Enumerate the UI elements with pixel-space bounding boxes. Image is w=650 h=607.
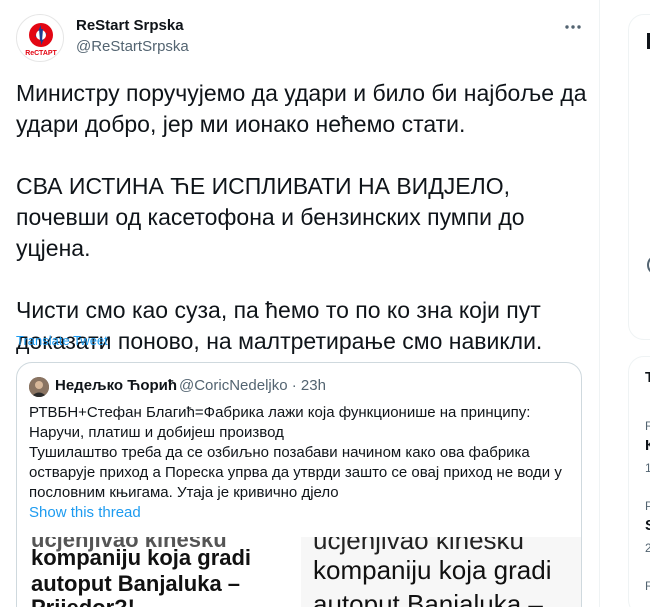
image-text-line: kompaniju koja gradi xyxy=(31,545,252,570)
trend-count-fragment: 1 xyxy=(645,461,650,475)
more-horizontal-icon[interactable] xyxy=(562,16,584,38)
trend-title-fragment[interactable]: S xyxy=(645,517,650,534)
image-text-line: autoput Banjaluka – xyxy=(313,589,543,607)
trend-title-fragment[interactable]: К xyxy=(645,437,650,454)
sidebar-panel-trends: T R К 1 P S 2 R xyxy=(628,356,650,607)
author-avatar[interactable]: ReСТАРТ xyxy=(16,14,64,62)
quoted-author-name[interactable]: Недељко Ћорић xyxy=(55,377,177,394)
translate-tweet-link[interactable]: Translate Tweet xyxy=(16,333,108,348)
show-thread-link[interactable]: Show this thread xyxy=(29,504,141,521)
quoted-line: Тушилаштво треба да се озбиљно позабави … xyxy=(29,444,530,461)
quoted-line: пословним књигама. Утаја је кривично дје… xyxy=(29,484,339,501)
tweet-line: Чисти смо као суза, па ћемо то по ко зна… xyxy=(16,297,541,323)
avatar-brand-text: ReСТАРТ xyxy=(25,50,57,57)
image-text-line: Prijedor?! xyxy=(31,595,135,607)
quoted-line: РТВБН+Стефан Благић=Фабрика лажи која фу… xyxy=(29,404,531,421)
tweet-line: почевши од касетофона и бензинских пумпи… xyxy=(16,204,525,230)
trend-meta-fragment: R xyxy=(645,419,650,433)
trend-count-fragment: 2 xyxy=(645,541,650,555)
trends-heading-fragment: T xyxy=(645,369,650,386)
tweet-line: удари добро, јер ми ионако нећемо стати. xyxy=(16,111,466,137)
quoted-author-avatar[interactable] xyxy=(29,377,49,397)
sidebar-panel-search-results xyxy=(628,14,650,340)
tweet-line: СВА ИСТИНА ЋЕ ИСПЛИВАТИ НА ВИДЈЕЛО, xyxy=(16,173,510,199)
quoted-line: остварује приход а Пореска упрва да утвр… xyxy=(29,464,562,481)
quoted-author-handle-time[interactable]: @CoricNedeljko · 23h xyxy=(179,377,326,394)
author-display-name[interactable]: ReStart Srpska xyxy=(76,17,184,34)
quoted-tweet-text: РТВБН+Стефан Благић=Фабрика лажи која фу… xyxy=(29,403,569,503)
quoted-image-right[interactable]: ucjenjivao kinesku kompaniju koja gradi … xyxy=(301,537,581,607)
quoted-tweet[interactable]: Недељко Ћорић @CoricNedeljko · 23h РТВБН… xyxy=(16,362,582,607)
tweet-text: Министру поручујемо да удари и било би н… xyxy=(16,78,591,357)
quoted-line: Наручи, платиш и добијеш производ xyxy=(29,424,284,441)
quoted-image-left[interactable]: ucjenjivao kinesku kompaniju koja gradi … xyxy=(17,537,299,607)
tweet-line: уцјена. xyxy=(16,235,91,261)
trend-meta-fragment: R xyxy=(645,579,650,593)
tweet-line: Министру поручујемо да удари и било би н… xyxy=(16,80,587,106)
author-handle[interactable]: @ReStartSrpska xyxy=(76,38,189,55)
image-text-line: ucjenjivao kinesku xyxy=(313,537,525,555)
image-text-line: autoput Banjaluka – xyxy=(31,571,241,596)
image-text-line: kompaniju koja gradi xyxy=(313,555,552,585)
tweet-article[interactable]: ReСТАРТ ReStart Srpska @ReStartSrpska Ми… xyxy=(0,0,600,607)
restart-logo-icon: ReСТАРТ xyxy=(25,23,58,57)
trend-meta-fragment: P xyxy=(645,499,650,513)
